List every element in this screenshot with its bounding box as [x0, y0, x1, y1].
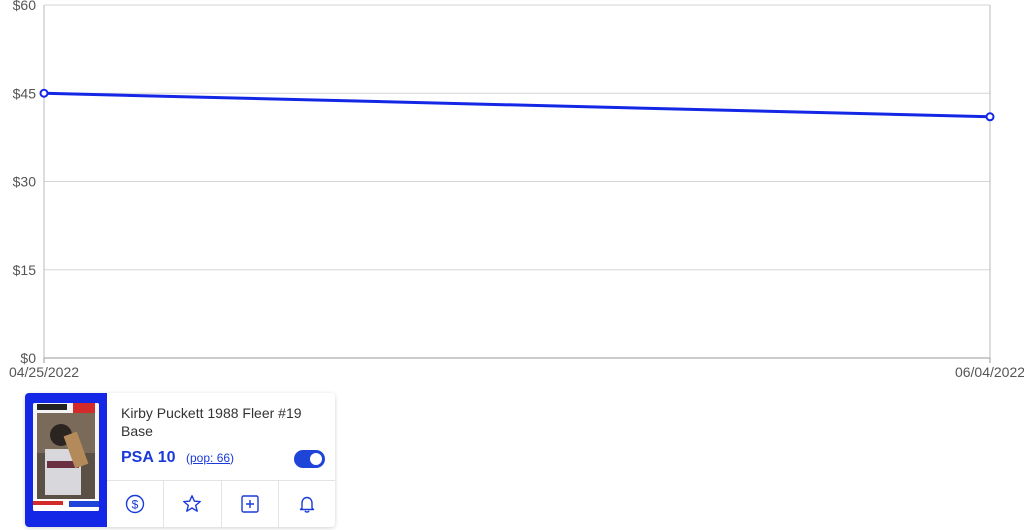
card-thumbnail[interactable] [25, 393, 107, 527]
y-tick-label: $15 [13, 262, 37, 278]
price-action-button[interactable]: $ [107, 481, 165, 527]
player-photo-icon [33, 403, 99, 511]
card-summary: Kirby Puckett 1988 Fleer #19 Base PSA 10… [25, 393, 335, 527]
data-point [39, 88, 49, 98]
card-actions: $ [107, 480, 335, 527]
bell-icon [299, 496, 315, 513]
svg-text:$: $ [132, 498, 139, 512]
population-link[interactable]: pop: 66 [190, 451, 230, 465]
series-line [43, 91, 991, 119]
favorite-action-button[interactable] [164, 481, 222, 527]
y-tick-label: $45 [13, 85, 37, 101]
star-icon [183, 495, 202, 512]
grade-row: PSA 10 (pop: 66) [121, 449, 325, 469]
alert-action-button[interactable] [279, 481, 335, 527]
toggle-knob [310, 453, 322, 465]
pop-close-paren: ) [230, 451, 235, 465]
add-action-button[interactable] [222, 481, 279, 527]
card-info: Kirby Puckett 1988 Fleer #19 Base PSA 10… [107, 393, 335, 527]
card-photo [33, 403, 99, 511]
tracking-toggle[interactable] [294, 450, 325, 468]
dollar-icon: $ [125, 494, 145, 514]
y-tick-label: $30 [13, 174, 37, 190]
x-tick-label: 04/25/2022 [9, 364, 79, 380]
price-chart-svg: $0$15$30$45$6004/25/2022 06/04/2022 [9, 0, 1024, 380]
card-title: Kirby Puckett 1988 Fleer #19 Base [121, 405, 302, 439]
grade-label: PSA 10 [121, 449, 176, 466]
data-point [985, 112, 995, 122]
plus-square-icon [240, 495, 259, 513]
x-tick-label: 06/04/2022 [955, 364, 1024, 380]
population-info: (pop: 66) [186, 451, 234, 465]
y-tick-label: $60 [13, 0, 37, 13]
price-chart: $0 $15 $30 $45 $60 04/25/2022 06/04/2022 [0, 0, 1024, 390]
